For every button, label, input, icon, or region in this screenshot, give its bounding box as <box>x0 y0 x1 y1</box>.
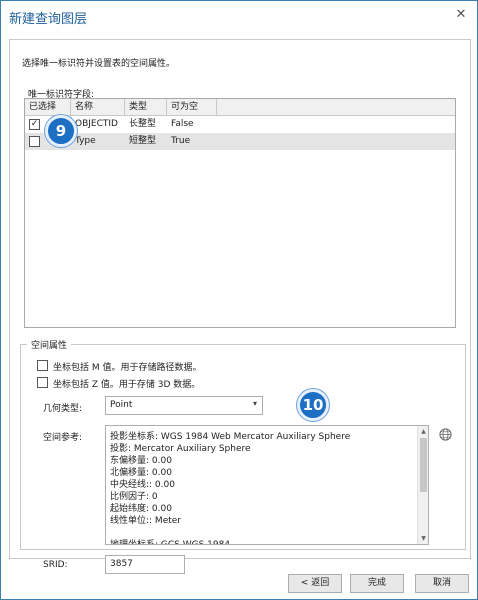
header-nullable[interactable]: 可为空 <box>167 99 217 116</box>
geometry-type-label: 几何类型: <box>43 404 83 414</box>
header-selected[interactable]: 已选择 <box>25 99 71 116</box>
z-values-label: 坐标包括 Z 值。用于存储 3D 数据。 <box>53 380 201 390</box>
header-name[interactable]: 名称 <box>71 99 125 116</box>
spatial-properties-group: 空间属性 坐标包括 M 值。用于存储路径数据。 坐标包括 Z 值。用于存储 3D… <box>20 338 466 574</box>
ref-line: 地理坐标系: GCS WGS 1984 <box>110 540 231 545</box>
cancel-button[interactable]: 取消 <box>415 574 469 593</box>
row-select-checkbox[interactable]: ✓ <box>29 119 40 130</box>
grid-header: 已选择 名称 类型 可为空 <box>25 99 455 116</box>
m-values-label: 坐标包括 M 值。用于存储路径数据。 <box>53 363 202 373</box>
cell-nullable: True <box>171 136 191 146</box>
spatial-reference-label: 空间参考: <box>43 433 83 443</box>
close-icon[interactable]: ✕ <box>453 7 469 23</box>
srid-value: 3857 <box>110 559 133 569</box>
title-bar: 新建查询图层 ✕ <box>1 1 477 31</box>
geometry-type-select[interactable]: Point ▾ <box>105 396 263 415</box>
table-row[interactable]: Type 短整型 True <box>25 133 455 150</box>
finish-button[interactable]: 完成 <box>350 574 404 593</box>
group-title: 空间属性 <box>27 338 72 351</box>
cell-nullable: False <box>171 119 194 129</box>
srid-field[interactable]: 3857 <box>105 555 185 574</box>
scroll-down-icon[interactable]: ▼ <box>419 534 428 543</box>
geometry-type-value: Point <box>110 400 133 410</box>
srid-label: SRID: <box>43 560 68 570</box>
instruction-text: 选择唯一标识符并设置表的空间属性。 <box>22 59 176 69</box>
globe-icon[interactable] <box>439 428 452 441</box>
cell-type: 短整型 <box>129 136 157 146</box>
cell-type: 长整型 <box>129 119 157 129</box>
field-grid: 已选择 名称 类型 可为空 ✓ OBJECTID 长整型 False Type … <box>24 98 456 328</box>
cell-name: OBJECTID <box>75 119 118 129</box>
vertical-scrollbar[interactable]: ▲ ▼ <box>417 426 428 544</box>
dialog-content: 选择唯一标识符并设置表的空间属性。 唯一标识符字段: 已选择 名称 类型 可为空… <box>9 39 471 574</box>
header-type[interactable]: 类型 <box>125 99 167 116</box>
spatial-reference-text[interactable]: 投影坐标系: WGS 1984 Web Mercator Auxiliary S… <box>105 425 429 545</box>
table-row[interactable]: ✓ OBJECTID 长整型 False <box>25 116 455 133</box>
row-select-checkbox[interactable] <box>29 136 40 147</box>
m-values-checkbox[interactable] <box>37 360 48 371</box>
callout-badge-9: 9 <box>45 115 77 147</box>
dialog-title: 新建查询图层 <box>9 12 88 27</box>
dialog-window: 新建查询图层 ✕ 选择唯一标识符并设置表的空间属性。 唯一标识符字段: 已选择 … <box>0 0 478 600</box>
scroll-thumb[interactable] <box>420 438 427 492</box>
z-values-checkbox[interactable] <box>37 377 48 388</box>
scroll-up-icon[interactable]: ▲ <box>419 427 428 436</box>
callout-badge-10: 10 <box>297 389 329 421</box>
ref-line: 线性单位:: Meter <box>110 516 181 526</box>
chevron-down-icon: ▾ <box>252 399 257 408</box>
back-button[interactable]: < 返回 <box>288 574 342 593</box>
